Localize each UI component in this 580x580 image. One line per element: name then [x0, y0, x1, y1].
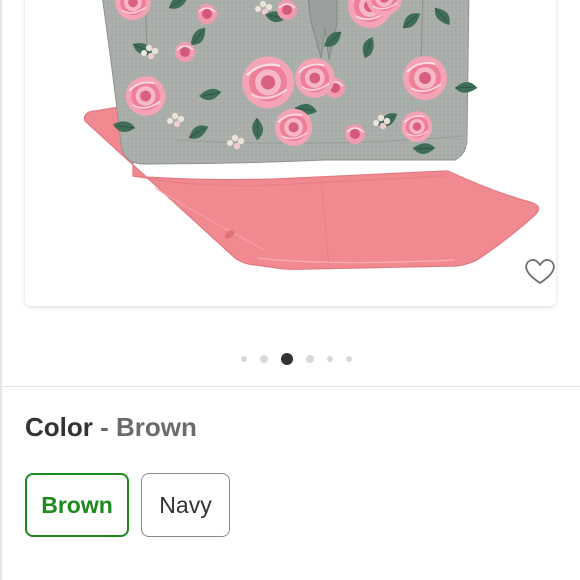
- color-option-brown[interactable]: Brown: [25, 473, 129, 537]
- carousel-dot-5[interactable]: [326, 356, 333, 362]
- product-detail-screen: Color - Brown Brown Navy: [0, 0, 580, 580]
- carousel-dot-4[interactable]: [305, 355, 314, 363]
- color-separator: -: [100, 412, 109, 442]
- carousel-dot-1[interactable]: [240, 356, 247, 362]
- color-heading: Color - Brown: [25, 410, 197, 444]
- carousel-dot-6[interactable]: [345, 356, 352, 362]
- left-edge-divider: [0, 0, 2, 580]
- section-divider: [0, 386, 580, 387]
- product-image: [25, 0, 556, 306]
- favorite-button[interactable]: [521, 254, 556, 288]
- selected-color-value: Brown: [116, 412, 197, 442]
- image-carousel-indicator: [0, 352, 580, 366]
- carousel-dot-3-active[interactable]: [280, 353, 293, 365]
- color-label: Color: [25, 412, 93, 442]
- color-option-navy[interactable]: Navy: [141, 473, 230, 537]
- product-image-card[interactable]: [25, 0, 556, 306]
- heart-outline-icon: [525, 259, 555, 284]
- carousel-dot-2[interactable]: [259, 355, 268, 363]
